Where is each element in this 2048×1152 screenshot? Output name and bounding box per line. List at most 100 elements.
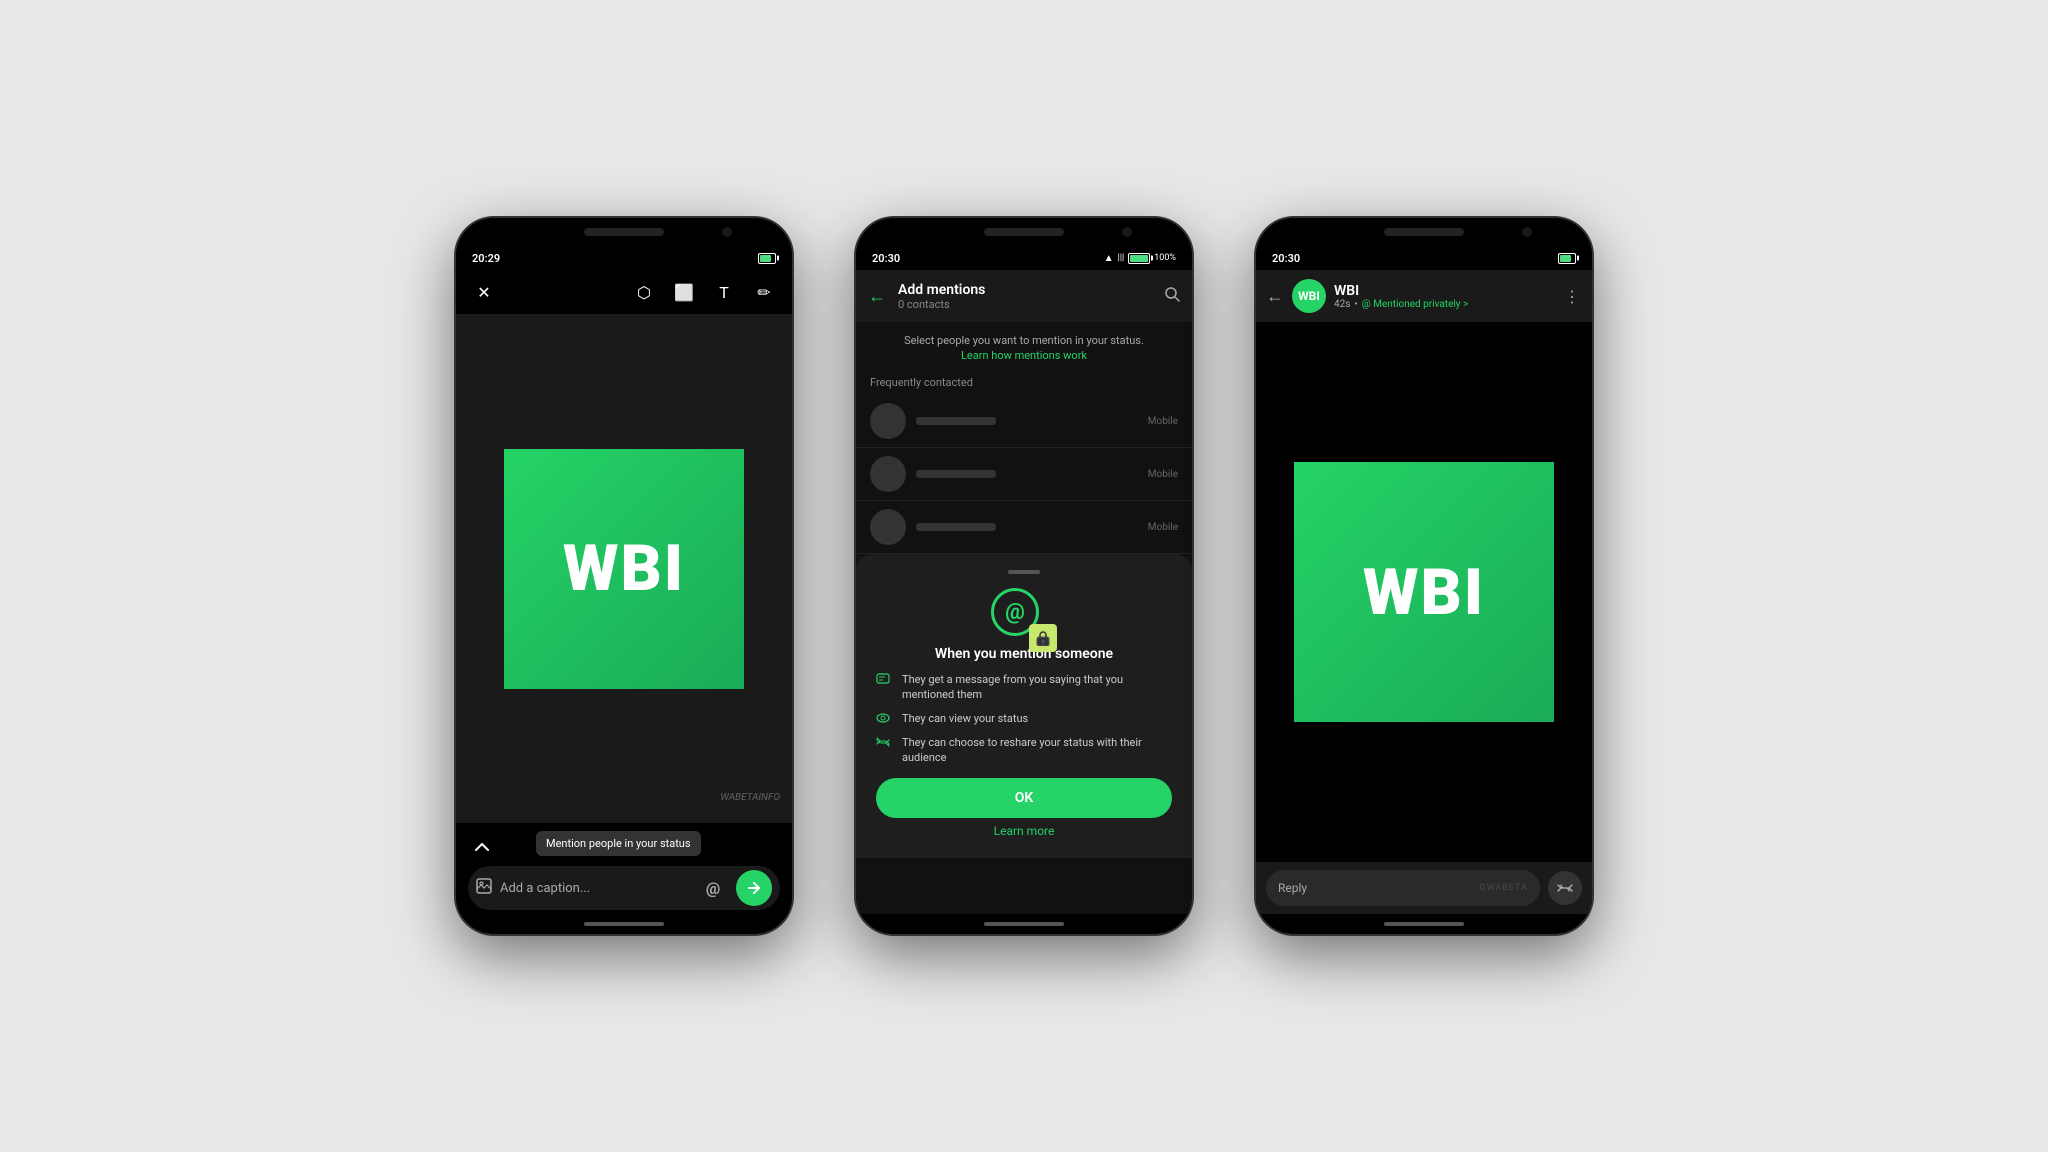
learn-mentions-link[interactable]: Learn how mentions work (870, 349, 1178, 362)
home-indicator-2 (856, 914, 1192, 934)
draw-icon[interactable]: ✏ (748, 276, 780, 308)
contact-type-3: Mobile (1148, 522, 1178, 533)
text-icon[interactable]: T (708, 276, 740, 308)
mention-at-button[interactable]: @ (698, 873, 728, 903)
phone2-screen: ← Add mentions 0 contacts Select people … (856, 270, 1192, 914)
wbi-image-3: WBI (1294, 462, 1554, 722)
image-preview-area: WBI WABETAINFO (456, 314, 792, 823)
contact-avatar-3 (870, 509, 906, 545)
power-button-3 (1254, 398, 1256, 458)
status-time-1: 20:29 (472, 252, 500, 265)
message-icon (876, 673, 892, 689)
wbi-logo-1: WBI (563, 531, 685, 606)
header-subtitle-2: 0 contacts (898, 298, 1152, 311)
search-button-2[interactable] (1164, 286, 1180, 306)
battery-fill-2 (1130, 255, 1148, 262)
phone3-content: WBI (1256, 322, 1592, 862)
volume-down-button (792, 418, 794, 458)
status-time-ago: 42s (1334, 299, 1350, 310)
gallery-icon (476, 878, 492, 898)
phone1-bottom-bar: Mention people in your status Add a capt… (456, 823, 792, 914)
contact-name-3 (916, 523, 996, 531)
avatar-wbi: WBI (1292, 279, 1326, 313)
caption-bar: Add a caption... @ (468, 866, 780, 910)
contact-item-2[interactable]: Mobile (856, 448, 1192, 501)
status-time-3: 20:30 (1272, 252, 1300, 265)
reply-placeholder: Reply (1278, 881, 1307, 895)
contact-info-2 (916, 470, 1138, 478)
phone-2: 20:30 ▲ ||| 100% ← Add mentions 0 contac… (854, 216, 1194, 936)
mentioned-privately-badge[interactable]: @ Mentioned privately > (1362, 299, 1468, 310)
status-icons-1 (758, 253, 776, 264)
crop-icon[interactable]: ⬜ (668, 276, 700, 308)
contact-avatar-1 (870, 403, 906, 439)
status-icons-3 (1558, 253, 1576, 264)
caption-input[interactable]: Add a caption... (500, 881, 690, 896)
header-title-block-2: Add mentions 0 contacts (898, 282, 1152, 311)
status-bar-3: 20:30 (1256, 246, 1592, 270)
home-indicator-1 (456, 914, 792, 934)
ok-button[interactable]: OK (876, 778, 1172, 818)
notch-pill-2 (984, 228, 1064, 236)
reshare-icon (876, 736, 892, 752)
phone2-header: ← Add mentions 0 contacts (856, 270, 1192, 322)
sheet-item-text-3: They can choose to reshare your status w… (902, 735, 1172, 766)
status-bar-2: 20:30 ▲ ||| 100% (856, 246, 1192, 270)
back-button-3[interactable]: ← (1266, 286, 1284, 307)
battery-percent: 100% (1154, 253, 1176, 263)
phone-notch-1 (456, 218, 792, 246)
front-camera-2 (1122, 227, 1132, 237)
volume-up-button (792, 368, 794, 408)
learn-more-link[interactable]: Learn more (876, 824, 1172, 838)
header-title-2: Add mentions (898, 282, 1152, 298)
sheet-item-1: They get a message from you saying that … (876, 672, 1172, 703)
battery-icon-1 (758, 253, 776, 264)
contact-type-1: Mobile (1148, 416, 1178, 427)
contact-item-1[interactable]: Mobile (856, 395, 1192, 448)
phone1-screen: ✕ ⬡ ⬜ T ✏ WBI WABETAINFO Mention people … (456, 270, 792, 914)
battery-fill-3 (1560, 255, 1571, 262)
notch-pill (584, 228, 664, 236)
back-button-2[interactable]: ← (868, 286, 886, 307)
home-bar-3 (1384, 922, 1464, 926)
home-indicator-3 (1256, 914, 1592, 934)
signal-icon: ||| (1118, 253, 1125, 263)
reply-input[interactable]: Reply GWABETA (1266, 870, 1540, 906)
send-button[interactable] (736, 870, 772, 906)
phone3-title-block: WBI 42s • @ Mentioned privately > (1334, 283, 1556, 310)
phone-notch-3 (1256, 218, 1592, 246)
phone3-screen: ← WBI WBI 42s • @ Mentioned privately > … (1256, 270, 1592, 914)
wbi-logo-3: WBI (1363, 555, 1485, 630)
contact-avatar-2 (870, 456, 906, 492)
sheet-item-text-2: They can view your status (902, 711, 1028, 726)
power-button-2 (854, 398, 856, 458)
mention-info-sheet: @ When you mention someone (856, 554, 1192, 858)
sticker-icon[interactable]: ⬡ (628, 276, 660, 308)
sheet-item-text-1: They get a message from you saying that … (902, 672, 1172, 703)
chevron-up-icon (468, 833, 496, 861)
toolbar-icons: ⬡ ⬜ T ✏ (628, 276, 780, 308)
overflow-menu-button[interactable]: ⋮ (1564, 287, 1582, 306)
contact-item-3[interactable]: Mobile (856, 501, 1192, 554)
close-button[interactable]: ✕ (468, 276, 500, 308)
front-camera-3 (1522, 227, 1532, 237)
phone1-toolbar: ✕ ⬡ ⬜ T ✏ (456, 270, 792, 314)
phone3-header: ← WBI WBI 42s • @ Mentioned privately > … (1256, 270, 1592, 322)
phone2-info: Select people you want to mention in you… (856, 322, 1192, 370)
reshare-button[interactable] (1548, 871, 1582, 905)
battery-icon-3 (1558, 253, 1576, 264)
contact-info-3 (916, 523, 1138, 531)
home-bar-2 (984, 922, 1064, 926)
mention-icon-area: @ (876, 588, 1172, 636)
notch-pill-3 (1384, 228, 1464, 236)
info-text-2: Select people you want to mention in you… (870, 334, 1178, 347)
phone3-sub-info: 42s • @ Mentioned privately > (1334, 299, 1556, 310)
contact-type-2: Mobile (1148, 469, 1178, 480)
gwabeta-watermark: GWABETA (1479, 883, 1528, 893)
lock-icon (1029, 624, 1057, 652)
mention-tooltip: Mention people in your status (536, 831, 701, 856)
contact-name-1 (916, 417, 996, 425)
tooltip-area: Mention people in your status (468, 831, 780, 862)
phone3-bottom-bar: Reply GWABETA (1256, 862, 1592, 914)
separator-dot: • (1354, 299, 1357, 310)
